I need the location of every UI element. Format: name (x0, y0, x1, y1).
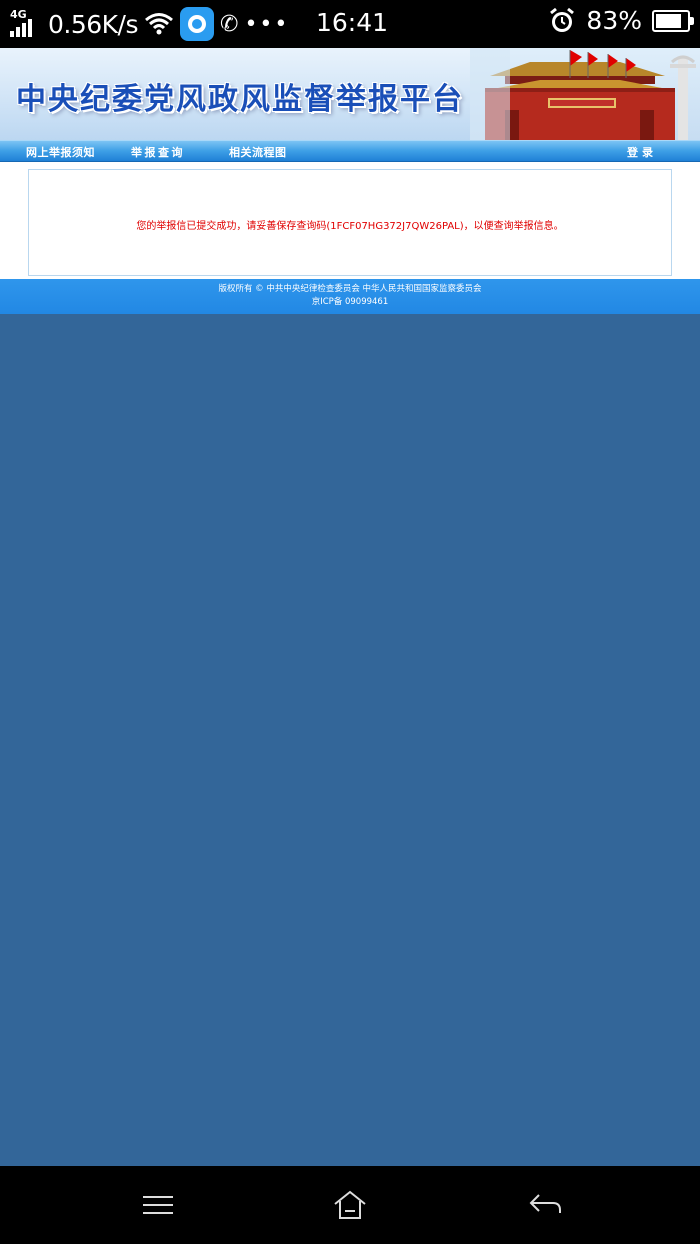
network-speed: 0.56K/s (48, 9, 139, 39)
site-footer: 版权所有 © 中共中央纪律检查委员会 中华人民共和国国家监察委员会 京ICP备 … (0, 279, 700, 314)
more-icon: ••• (244, 11, 290, 37)
signal-icon: 4G (10, 9, 42, 39)
tiananmen-banner-image (470, 48, 700, 140)
battery-fill (656, 13, 681, 28)
status-right: 83% (548, 6, 694, 35)
nav-login[interactable]: 登录 (627, 144, 657, 160)
back-icon (529, 1194, 561, 1213)
home-button[interactable] (330, 1188, 370, 1222)
menu-button[interactable] (138, 1188, 178, 1222)
android-nav-bar (0, 1166, 700, 1244)
message-box: 您的举报信已提交成功，请妥善保存查询码(1FCF07HG372J7QW26PAL… (28, 169, 672, 276)
success-message: 您的举报信已提交成功，请妥善保存查询码(1FCF07HG372J7QW26PAL… (136, 221, 564, 232)
alarm-icon (550, 7, 575, 32)
app-badge-icon (180, 7, 215, 41)
wifi-icon (145, 13, 173, 35)
nav-flowchart[interactable]: 相关流程图 (229, 144, 287, 160)
home-icon (334, 1190, 366, 1219)
site-banner: 中央纪委党风政风监督举报平台 (0, 48, 700, 140)
battery-percent: 83% (586, 6, 642, 35)
back-button[interactable] (525, 1188, 565, 1222)
clock: 16:41 (316, 8, 389, 37)
site-title: 中央纪委党风政风监督举报平台 (16, 82, 464, 117)
nav-report-guide[interactable]: 网上举报须知 (26, 144, 95, 160)
status-left: 4G 0.56K/s ✆ ••• (10, 7, 289, 41)
battery-icon (652, 9, 694, 32)
nav-report-query[interactable]: 举报查询 (131, 144, 185, 160)
status-bar: 4G 0.56K/s ✆ ••• 16:41 83% (0, 0, 700, 48)
main-nav: 网上举报须知 举报查询 相关流程图 登录 (0, 140, 700, 162)
footer-copyright: 版权所有 © 中共中央纪律检查委员会 中华人民共和国国家监察委员会 (218, 284, 482, 294)
phone-icon: ✆ (220, 11, 239, 37)
menu-icon (143, 1196, 173, 1214)
footer-icp: 京ICP备 09099461 (311, 297, 389, 307)
content-area: 您的举报信已提交成功，请妥善保存查询码(1FCF07HG372J7QW26PAL… (0, 162, 700, 279)
